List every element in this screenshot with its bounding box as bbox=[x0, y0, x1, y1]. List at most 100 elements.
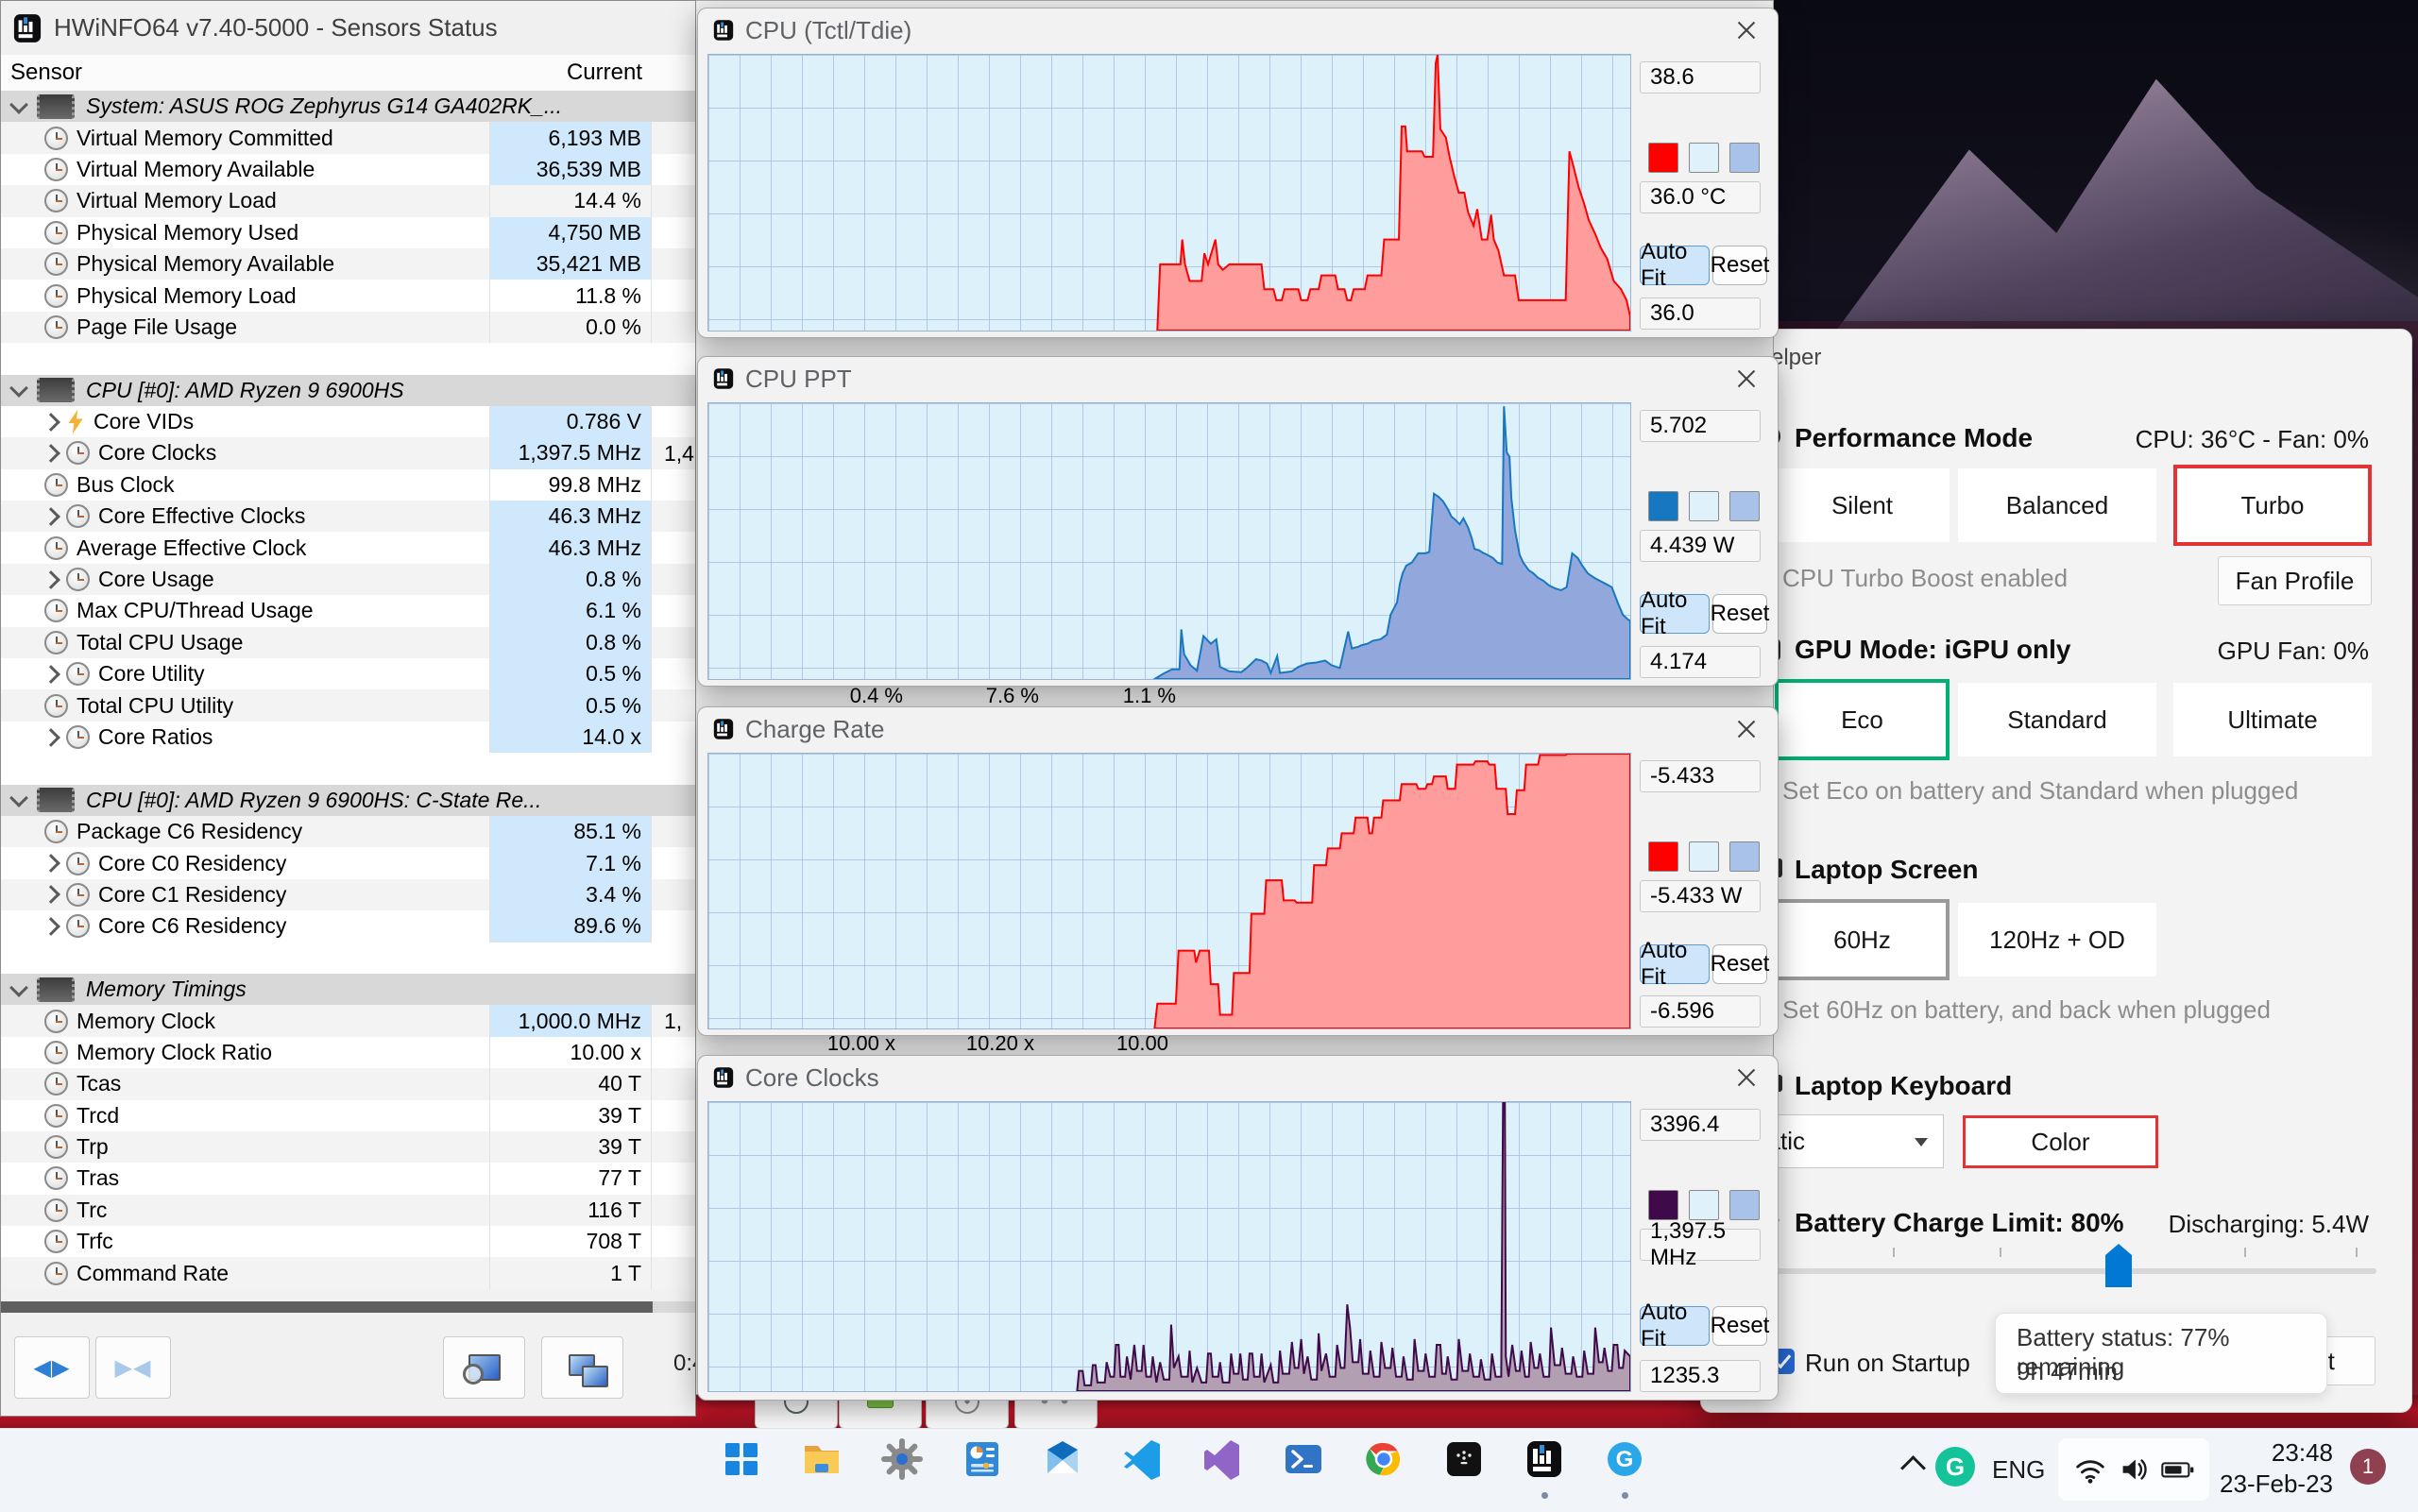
sensor-row[interactable]: Core C0 Residency 7.1 % bbox=[1, 847, 695, 879]
sensor-row[interactable]: Physical Memory Load 11.8 % bbox=[1, 280, 695, 312]
sensor-group-row[interactable]: Memory Timings bbox=[1, 973, 695, 1006]
sensor-row[interactable]: Total CPU Usage 0.8 % bbox=[1, 626, 695, 659]
sensor-row[interactable]: Core Ratios 14.0 x bbox=[1, 721, 695, 754]
file-explorer-icon[interactable] bbox=[800, 1437, 843, 1481]
notification-badge[interactable]: 1 bbox=[2350, 1449, 2386, 1485]
background-color-swatch[interactable] bbox=[1689, 1190, 1719, 1220]
graph-titlebar[interactable]: Core Clocks bbox=[698, 1056, 1778, 1099]
chevron-right-icon[interactable] bbox=[42, 569, 60, 589]
ultimate-button[interactable]: Ultimate bbox=[2173, 683, 2372, 756]
sensor-row[interactable]: Memory Clock 1,000.0 MHz 1, bbox=[1, 1005, 695, 1037]
series-color-swatch[interactable] bbox=[1648, 841, 1678, 872]
tray-clock[interactable]: 23:48 23-Feb-23 bbox=[2215, 1437, 2333, 1500]
sensor-row[interactable]: Virtual Memory Committed 6,193 MB bbox=[1, 122, 695, 154]
sensor-group-row[interactable]: System: ASUS ROG Zephyrus G14 GA402RK_..… bbox=[1, 91, 695, 123]
sensor-row[interactable]: Trcd 39 T bbox=[1, 1099, 695, 1131]
reset-button[interactable]: Reset bbox=[1711, 246, 1769, 285]
background-color-swatch[interactable] bbox=[1689, 143, 1719, 173]
graph-titlebar[interactable]: Charge Rate bbox=[698, 707, 1778, 751]
grid-color-swatch[interactable] bbox=[1729, 841, 1760, 872]
turbo-button[interactable]: Turbo bbox=[2173, 465, 2372, 546]
sensor-group-row[interactable]: CPU [#0]: AMD Ryzen 9 6900HS: C-State Re… bbox=[1, 784, 695, 816]
sensor-row[interactable]: Physical Memory Used 4,750 MB bbox=[1, 216, 695, 248]
grid-color-swatch[interactable] bbox=[1729, 143, 1760, 173]
graph-plot-area[interactable] bbox=[707, 753, 1631, 1029]
graph-color-swatches[interactable] bbox=[1648, 841, 1760, 872]
ghelper-taskbar-icon[interactable]: G bbox=[1603, 1437, 1646, 1499]
graph-plot-area[interactable] bbox=[707, 1101, 1631, 1392]
sensor-row[interactable]: Bus Clock 99.8 MHz bbox=[1, 468, 695, 501]
reset-button[interactable]: Reset bbox=[1711, 944, 1769, 984]
spacer-row[interactable] bbox=[1, 753, 695, 785]
grammarly-tray-icon[interactable]: G bbox=[1935, 1447, 1975, 1487]
sensor-row[interactable]: Memory Clock Ratio 10.00 x bbox=[1, 1036, 695, 1069]
quick-settings-pill[interactable] bbox=[2057, 1437, 2210, 1502]
sensor-row[interactable]: Trfc 708 T bbox=[1, 1226, 695, 1258]
silent-button[interactable]: Silent bbox=[1775, 468, 1950, 542]
grid-color-swatch[interactable] bbox=[1729, 491, 1760, 521]
terminal-icon[interactable] bbox=[1442, 1437, 1486, 1481]
graph-color-swatches[interactable] bbox=[1648, 1190, 1760, 1220]
standard-button[interactable]: Standard bbox=[1958, 683, 2156, 756]
grid-color-swatch[interactable] bbox=[1729, 1190, 1760, 1220]
sensor-row[interactable]: Average Effective Clock 46.3 MHz bbox=[1, 532, 695, 564]
battery-limit-slider-track[interactable] bbox=[1775, 1268, 2376, 1274]
balanced-button[interactable]: Balanced bbox=[1958, 468, 2156, 542]
sensor-row[interactable]: Core C6 Residency 89.6 % bbox=[1, 910, 695, 943]
close-icon[interactable] bbox=[1734, 1065, 1759, 1090]
sensor-row[interactable]: Core Usage 0.8 % bbox=[1, 563, 695, 596]
collapse-columns-button[interactable]: ▶◀ bbox=[95, 1336, 171, 1399]
settings-gear-icon[interactable] bbox=[880, 1437, 924, 1481]
chevron-right-icon[interactable] bbox=[42, 885, 60, 905]
chevron-down-icon[interactable] bbox=[9, 94, 28, 114]
sensor-row[interactable]: Physical Memory Available 35,421 MB bbox=[1, 247, 695, 280]
scrollbar-thumb[interactable] bbox=[1, 1301, 653, 1313]
sensor-row[interactable]: Trc 116 T bbox=[1, 1194, 695, 1227]
background-color-swatch[interactable] bbox=[1689, 491, 1719, 521]
sensor-group-row[interactable]: CPU [#0]: AMD Ryzen 9 6900HS bbox=[1, 374, 695, 406]
chevron-down-icon[interactable] bbox=[9, 379, 28, 399]
expand-columns-button[interactable]: ◀▶ bbox=[14, 1336, 90, 1399]
eco-button[interactable]: Eco bbox=[1775, 679, 1950, 760]
mail-icon[interactable] bbox=[1041, 1437, 1084, 1481]
sensor-row[interactable]: Package C6 Residency 85.1 % bbox=[1, 815, 695, 848]
screen-inspect-button[interactable] bbox=[443, 1336, 525, 1399]
sensor-row[interactable]: Page File Usage 0.0 % bbox=[1, 311, 695, 344]
fan-profile-button[interactable]: Fan Profile bbox=[2218, 556, 2372, 605]
remote-monitors-button[interactable] bbox=[541, 1336, 623, 1399]
hwinfo-taskbar-icon[interactable] bbox=[1523, 1437, 1566, 1499]
60hz-button[interactable]: 60Hz bbox=[1775, 899, 1950, 980]
chevron-right-icon[interactable] bbox=[42, 444, 60, 463]
start-button[interactable] bbox=[720, 1437, 763, 1481]
reset-button[interactable]: Reset bbox=[1711, 1306, 1769, 1346]
graph-titlebar[interactable]: CPU PPT bbox=[698, 357, 1778, 400]
graph-color-swatches[interactable] bbox=[1648, 491, 1760, 521]
auto-fit-button[interactable]: Auto Fit bbox=[1640, 587, 1710, 639]
graph-plot-area[interactable] bbox=[707, 54, 1631, 331]
auto-fit-button[interactable]: Auto Fit bbox=[1640, 1300, 1710, 1351]
battery-limit-slider-handle[interactable] bbox=[2105, 1244, 2132, 1287]
visual-studio-icon[interactable] bbox=[1201, 1437, 1245, 1481]
keyboard-color-button[interactable]: Color bbox=[1963, 1115, 2158, 1168]
auto-fit-button[interactable]: Auto Fit bbox=[1640, 938, 1710, 990]
series-color-swatch[interactable] bbox=[1648, 1190, 1678, 1220]
auto-fit-button[interactable]: Auto Fit bbox=[1640, 239, 1710, 291]
sensor-row[interactable]: Core Effective Clocks 46.3 MHz bbox=[1, 501, 695, 533]
column-sensor[interactable]: Sensor bbox=[10, 59, 82, 86]
vscode-icon[interactable] bbox=[1121, 1437, 1165, 1481]
sensor-row[interactable]: Max CPU/Thread Usage 6.1 % bbox=[1, 595, 695, 627]
close-icon[interactable] bbox=[1734, 366, 1759, 391]
spacer-row[interactable] bbox=[1, 942, 695, 974]
chevron-right-icon[interactable] bbox=[42, 412, 60, 432]
sensor-row[interactable]: Tcas 40 T bbox=[1, 1068, 695, 1100]
chevron-right-icon[interactable] bbox=[42, 727, 60, 747]
sensor-row[interactable]: Core C1 Residency 3.4 % bbox=[1, 878, 695, 911]
background-color-swatch[interactable] bbox=[1689, 841, 1719, 872]
system-monitor-icon[interactable] bbox=[961, 1437, 1004, 1481]
reset-button[interactable]: Reset bbox=[1711, 594, 1769, 634]
close-icon[interactable] bbox=[1734, 18, 1759, 42]
sensor-row[interactable]: Virtual Memory Load 14.4 % bbox=[1, 185, 695, 217]
horizontal-scrollbar[interactable] bbox=[1, 1301, 695, 1313]
series-color-swatch[interactable] bbox=[1648, 491, 1678, 521]
language-indicator[interactable]: ENG bbox=[1992, 1455, 2045, 1485]
